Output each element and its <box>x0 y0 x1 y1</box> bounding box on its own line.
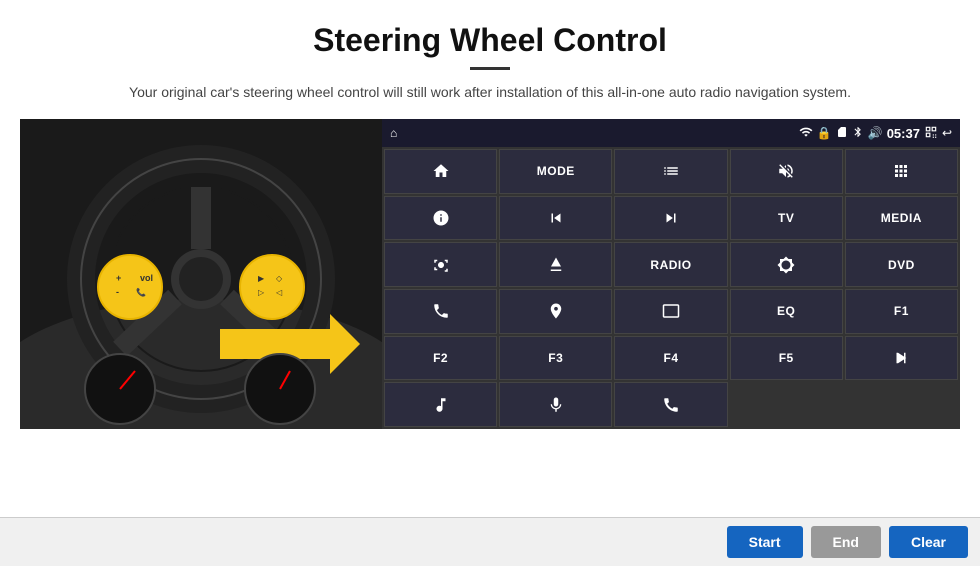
btn-brightness[interactable] <box>730 242 843 287</box>
btn-call-end[interactable] <box>614 382 727 427</box>
clear-button[interactable]: Clear <box>889 526 968 558</box>
svg-text:▷: ▷ <box>258 288 265 297</box>
svg-text:📞: 📞 <box>136 287 146 297</box>
title-underline <box>470 67 510 70</box>
btn-f2[interactable]: F2 <box>384 336 497 381</box>
btn-screen[interactable] <box>614 289 727 334</box>
btn-tv[interactable]: TV <box>730 196 843 241</box>
btn-music[interactable] <box>384 382 497 427</box>
bottom-bar: Start End Clear <box>0 517 980 566</box>
btn-home[interactable] <box>384 149 497 194</box>
btn-mute[interactable] <box>730 149 843 194</box>
volume-icon: 🔊 <box>868 126 883 140</box>
steering-wheel-image: + vol - 📞 ▶ ◇ ▷ ◁ <box>20 119 382 429</box>
btn-f5[interactable]: F5 <box>730 336 843 381</box>
start-button[interactable]: Start <box>727 526 803 558</box>
lock-icon: 🔒 <box>817 126 832 140</box>
status-right: 🔒 🔊 05:37 ↩ <box>799 125 952 142</box>
btn-media[interactable]: MEDIA <box>845 196 958 241</box>
svg-text:◁: ◁ <box>276 288 283 297</box>
wifi-icon <box>799 125 813 142</box>
btn-dvd[interactable]: DVD <box>845 242 958 287</box>
btn-list[interactable] <box>614 149 727 194</box>
svg-text:◇: ◇ <box>276 274 283 283</box>
window-icon <box>924 125 938 142</box>
status-time: 05:37 <box>887 126 920 141</box>
btn-radio[interactable]: RADIO <box>614 242 727 287</box>
home-icon: ⌂ <box>390 126 397 140</box>
back-icon: ↩ <box>942 126 952 140</box>
btn-prev[interactable] <box>499 196 612 241</box>
svg-text:vol: vol <box>140 273 153 283</box>
btn-apps[interactable] <box>845 149 958 194</box>
btn-next[interactable] <box>614 196 727 241</box>
content-area: + vol - 📞 ▶ ◇ ▷ ◁ <box>20 119 960 429</box>
page-subtitle: Your original car's steering wheel contr… <box>0 82 980 103</box>
btn-f1[interactable]: F1 <box>845 289 958 334</box>
btn-f3[interactable]: F3 <box>499 336 612 381</box>
page-title: Steering Wheel Control <box>0 22 980 59</box>
page-wrapper: Steering Wheel Control Your original car… <box>0 22 980 566</box>
btn-eq[interactable]: EQ <box>730 289 843 334</box>
sd-icon <box>836 126 848 141</box>
radio-panel: ⌂ 🔒 🔊 05:37 <box>382 119 960 429</box>
panel-grid: MODE <box>382 147 960 429</box>
btn-phone[interactable] <box>384 289 497 334</box>
btn-eject[interactable] <box>499 242 612 287</box>
btn-settings[interactable] <box>384 196 497 241</box>
btn-mode[interactable]: MODE <box>499 149 612 194</box>
svg-text:+: + <box>116 273 121 283</box>
panel-statusbar: ⌂ 🔒 🔊 05:37 <box>382 119 960 147</box>
btn-swipe[interactable] <box>499 289 612 334</box>
svg-text:-: - <box>116 287 119 297</box>
btn-mic[interactable] <box>499 382 612 427</box>
end-button[interactable]: End <box>811 526 881 558</box>
btn-playpause[interactable] <box>845 336 958 381</box>
svg-text:▶: ▶ <box>258 274 265 283</box>
bluetooth-icon <box>852 126 864 141</box>
status-left: ⌂ <box>390 126 397 140</box>
btn-360[interactable] <box>384 242 497 287</box>
btn-f4[interactable]: F4 <box>614 336 727 381</box>
